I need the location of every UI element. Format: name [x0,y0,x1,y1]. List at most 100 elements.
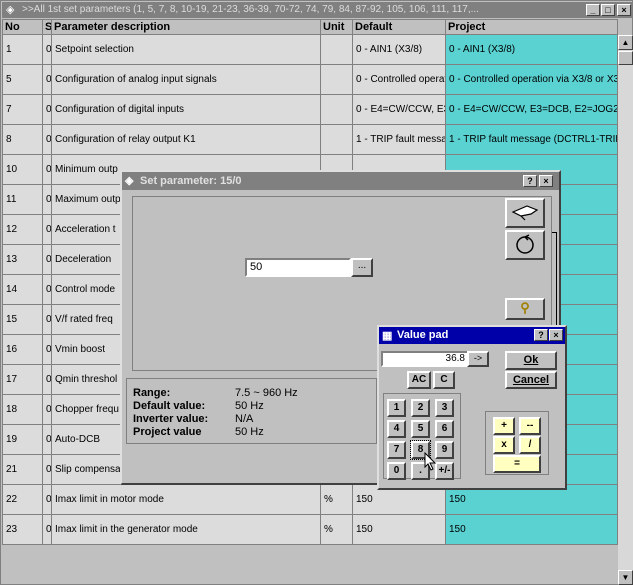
row-s[interactable]: 0 [42,274,52,305]
row-no[interactable]: 21 [2,454,43,485]
row-no[interactable]: 14 [2,274,43,305]
row-no[interactable]: 15 [2,304,43,335]
row-unit[interactable] [320,124,353,155]
set-parameter-title-bar[interactable]: ◈ Set parameter: 15/0 ? × [122,172,559,190]
pad-key-1[interactable]: 1 [387,399,406,417]
row-no[interactable]: 22 [2,484,43,515]
col-header-unit[interactable]: Unit [320,19,353,35]
row-default[interactable]: 0 - AIN1 (X3/8) [352,34,446,65]
row-s[interactable]: 0 [42,304,52,335]
pad-key-4[interactable]: 4 [387,420,406,438]
pad-display[interactable]: 36.8 [381,351,469,367]
pad-help-button[interactable]: ? [534,329,548,341]
scroll-thumb[interactable] [618,51,633,65]
scroll-down-icon[interactable]: ▼ [618,570,633,585]
close-button[interactable]: × [617,4,631,16]
row-no[interactable]: 17 [2,364,43,395]
row-s[interactable]: 0 [42,394,52,425]
col-header-description[interactable]: Parameter description [51,19,321,35]
row-s[interactable]: 0 [42,184,52,215]
pad-key-3[interactable]: 3 [435,399,454,417]
row-s[interactable]: 0 [42,214,52,245]
row-s[interactable]: 0 [42,124,52,155]
table-row[interactable]: 1 0 Setpoint selection 0 - AIN1 (X3/8) 0 - A… [2,34,618,65]
dialog-close-button[interactable]: × [539,175,553,187]
pad-plus-button[interactable]: + [493,417,515,435]
row-s[interactable]: 0 [42,424,52,455]
table-row[interactable]: 23 0 Imax limit in the generator mode% 150 1… [2,514,618,545]
row-unit[interactable] [320,64,353,95]
pad-close-button[interactable]: × [549,329,563,341]
row-description[interactable]: Setpoint selection [51,34,321,65]
row-project[interactable]: 150 [445,514,618,545]
col-header-project[interactable]: Project [445,19,618,35]
pad-divide-button[interactable]: / [519,436,541,454]
pad-key-6[interactable]: 6 [435,420,454,438]
read-button[interactable] [505,230,545,260]
row-description[interactable]: Configuration of analog input signals [51,64,321,95]
pad-c-button[interactable]: C [433,371,455,389]
row-project[interactable]: 0 - AIN1 (X3/8) [445,34,618,65]
value-pad-title-bar[interactable]: ▦ Value pad ? × [379,327,565,344]
pad-transfer-button[interactable]: -> [467,351,489,367]
col-header-no[interactable]: No [2,19,43,35]
row-project[interactable]: 0 - Controlled operation via X3/8 or X3/… [445,64,618,95]
parameter-value-input[interactable]: 50 [245,258,351,277]
row-no[interactable]: 11 [2,184,43,215]
row-no[interactable]: 8 [2,124,43,155]
row-no[interactable]: 12 [2,214,43,245]
row-default[interactable]: 150 [352,514,446,545]
pad-ok-button[interactable]: Ok [505,351,557,370]
help-bulb-button[interactable]: ⚲ [505,298,545,320]
row-no[interactable]: 7 [2,94,43,125]
pad-cancel-button[interactable]: Cancel [505,371,557,389]
minimize-button[interactable]: _ [586,4,600,16]
row-unit[interactable]: % [320,484,353,515]
row-s[interactable]: 0 [42,154,52,185]
row-default[interactable]: 0 - E4=CW/CCW, E3=DCB, E2=JOG2/3 [352,94,446,125]
row-project[interactable]: 1 - TRIP fault message (DCTRL1-TRIP) [445,124,618,155]
row-no[interactable]: 5 [2,64,43,95]
pad-minus-button[interactable]: -- [519,417,541,435]
row-description[interactable]: Imax limit in motor mode [51,484,321,515]
row-default[interactable]: 0 - Controlled operation via X3/8 or X3/… [352,64,446,95]
row-no[interactable]: 18 [2,394,43,425]
row-description[interactable]: Imax limit in the generator mode [51,514,321,545]
row-s[interactable]: 0 [42,484,52,515]
table-row[interactable]: 8 0 Configuration of relay output K1 1 - TR… [2,124,618,155]
row-no[interactable]: 19 [2,424,43,455]
row-no[interactable]: 13 [2,244,43,275]
pad-key-2[interactable]: 2 [411,399,430,417]
row-unit[interactable]: % [320,514,353,545]
row-default[interactable]: 1 - TRIP fault message [352,124,446,155]
col-header-default[interactable]: Default [352,19,446,35]
pad-key-7[interactable]: 7 [387,441,406,459]
row-no[interactable]: 10 [2,154,43,185]
row-s[interactable]: 0 [42,34,52,65]
pad-equals-button[interactable]: = [493,455,541,473]
row-s[interactable]: 0 [42,454,52,485]
table-row[interactable]: 5 0 Configuration of analog input signals 0… [2,64,618,95]
pad-key-0[interactable]: 0 [387,462,406,480]
pad-multiply-button[interactable]: x [493,436,515,454]
pad-ac-button[interactable]: AC [407,371,431,389]
row-s[interactable]: 0 [42,514,52,545]
browse-button[interactable]: ... [351,258,373,277]
row-project[interactable]: 0 - E4=CW/CCW, E3=DCB, E2=JOG2/3, E1=JOG… [445,94,618,125]
dialog-help-button[interactable]: ? [523,175,537,187]
row-s[interactable]: 0 [42,94,52,125]
maximize-button[interactable]: □ [601,4,615,16]
row-s[interactable]: 0 [42,244,52,275]
row-description[interactable]: Configuration of digital inputs [51,94,321,125]
row-no[interactable]: 23 [2,514,43,545]
row-s[interactable]: 0 [42,364,52,395]
table-row[interactable]: 7 0 Configuration of digital inputs 0 - E4=… [2,94,618,125]
pad-key-5[interactable]: 5 [411,420,430,438]
row-no[interactable]: 16 [2,334,43,365]
vertical-scrollbar[interactable]: ▲ ▼ [618,35,633,585]
scroll-up-icon[interactable]: ▲ [618,35,633,50]
window-title-bar[interactable]: ◈ >>All 1st set parameters (1, 5, 7, 8, … [2,2,633,18]
row-s[interactable]: 0 [42,64,52,95]
write-button[interactable] [505,198,545,228]
row-unit[interactable] [320,94,353,125]
